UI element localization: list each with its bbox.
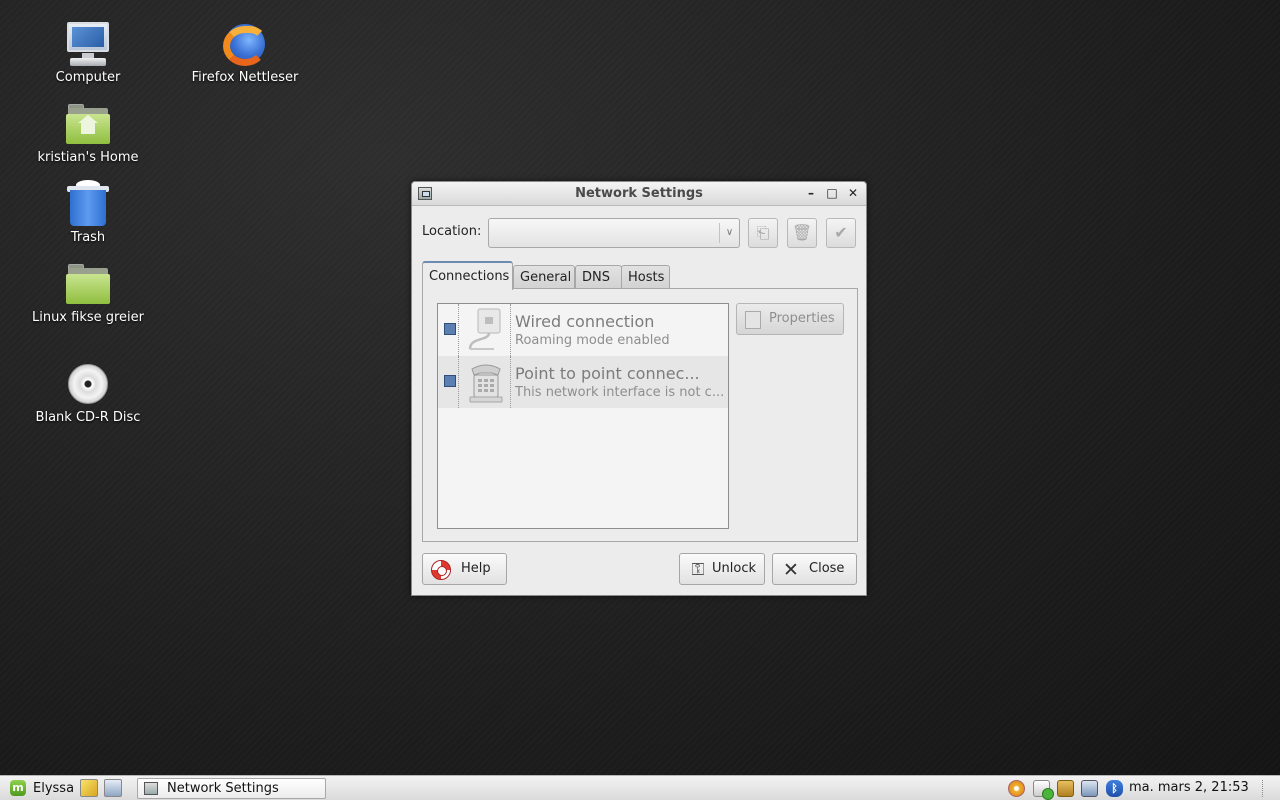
save-location-icon: ⎗: [756, 223, 770, 242]
mint-logo-icon: m: [10, 780, 26, 796]
media-player-tray-icon[interactable]: [1008, 780, 1025, 797]
key-icon: ⚿: [691, 560, 705, 580]
unlock-label: Unlock: [712, 561, 756, 576]
bluetooth-tray-icon[interactable]: ᛒ: [1106, 780, 1123, 797]
taskbar-item-label: Network Settings: [167, 781, 279, 796]
taskbar: m Elyssa Network Settings ᛒ ma. mars 2, …: [0, 775, 1280, 800]
desktop-icon-computer[interactable]: Computer: [18, 20, 158, 85]
firefox-icon: [221, 20, 269, 68]
connections-panel: Wired connection Roaming mode enabled Po…: [422, 288, 858, 542]
close-icon: ✕: [783, 559, 799, 581]
tab-dns[interactable]: DNS: [575, 265, 622, 289]
desktop-icon-trash[interactable]: Trash: [18, 180, 158, 245]
connection-status: This network interface is not c...: [515, 385, 725, 400]
tab-connections[interactable]: Connections: [422, 261, 513, 290]
tray-separator: [1262, 780, 1272, 797]
trash-icon: [64, 180, 112, 228]
chevron-down-icon[interactable]: ∨: [719, 223, 739, 243]
properties-label: Properties: [769, 311, 835, 326]
connection-checkbox[interactable]: [444, 323, 456, 335]
desktop-icon-folder[interactable]: Linux fikse greier: [18, 260, 158, 325]
unlock-button[interactable]: ⚿ Unlock: [679, 553, 765, 585]
taskbar-item-network-settings[interactable]: Network Settings: [137, 778, 326, 799]
folder-icon: [64, 260, 112, 308]
update-manager-tray-icon[interactable]: [1033, 780, 1054, 800]
control-center-launcher-icon[interactable]: [104, 779, 122, 797]
help-button[interactable]: Help: [422, 553, 507, 585]
window-title: Network Settings: [575, 186, 703, 201]
close-label: Close: [809, 561, 845, 576]
text-editor-launcher-icon[interactable]: [80, 779, 98, 797]
location-row: Location: ∨ ⎗ 🗑 ✔: [422, 218, 858, 250]
cd-disc-icon: [64, 360, 112, 408]
add-location-button[interactable]: ⎗: [748, 218, 778, 248]
computer-icon: [64, 20, 112, 68]
connection-name: Wired connection: [515, 312, 655, 331]
network-settings-window: Network Settings – □ ✕ Location: ∨ ⎗ 🗑 ✔…: [411, 181, 867, 596]
desktop-icon-label: Trash: [70, 230, 106, 245]
desktop-icon-cd[interactable]: Blank CD-R Disc: [18, 360, 158, 425]
clock[interactable]: ma. mars 2, 21:53: [1129, 780, 1249, 795]
desktop-icon-label: Blank CD-R Disc: [35, 410, 141, 425]
close-window-icon[interactable]: ✕: [846, 186, 860, 200]
connection-name: Point to point connec...: [515, 364, 700, 383]
desktop-icon-label: Linux fikse greier: [31, 310, 145, 325]
wired-network-icon: [464, 307, 508, 353]
minimize-icon[interactable]: –: [804, 186, 818, 200]
list-item[interactable]: Wired connection Roaming mode enabled: [438, 304, 728, 356]
home-folder-icon: [64, 100, 112, 148]
desktop-icon-label: Firefox Nettleser: [191, 70, 299, 85]
connection-status: Roaming mode enabled: [515, 333, 670, 348]
maximize-icon[interactable]: □: [825, 186, 839, 200]
desktop-icon-label: kristian's Home: [37, 150, 139, 165]
location-combo[interactable]: ∨: [488, 218, 740, 248]
help-label: Help: [461, 561, 491, 576]
close-button[interactable]: ✕ Close: [772, 553, 857, 585]
tab-general[interactable]: General: [513, 265, 575, 289]
desktop-icon-label: Computer: [55, 70, 121, 85]
delete-location-button[interactable]: 🗑: [787, 218, 817, 248]
connections-list[interactable]: Wired connection Roaming mode enabled Po…: [437, 303, 729, 529]
main-menu-label: Elyssa: [33, 781, 75, 796]
window-titlebar[interactable]: Network Settings – □ ✕: [412, 182, 866, 206]
trash-icon: 🗑: [791, 223, 813, 242]
properties-icon: [745, 311, 761, 329]
connection-checkbox[interactable]: [444, 375, 456, 387]
list-item[interactable]: Point to point connec... This network in…: [438, 356, 728, 408]
tab-hosts[interactable]: Hosts: [621, 265, 670, 289]
telephone-modem-icon: [464, 359, 508, 405]
lifebuoy-icon: [431, 560, 451, 580]
lock-tray-icon[interactable]: [1057, 780, 1074, 797]
properties-button[interactable]: Properties: [736, 303, 844, 335]
desktop-icon-firefox[interactable]: Firefox Nettleser: [175, 20, 315, 85]
location-label: Location:: [422, 224, 482, 239]
network-tray-icon[interactable]: [1081, 780, 1098, 797]
checkmark-icon: ✔: [834, 223, 848, 242]
apply-location-button[interactable]: ✔: [826, 218, 856, 248]
desktop-icon-home[interactable]: kristian's Home: [18, 100, 158, 165]
network-settings-icon: [144, 782, 158, 795]
